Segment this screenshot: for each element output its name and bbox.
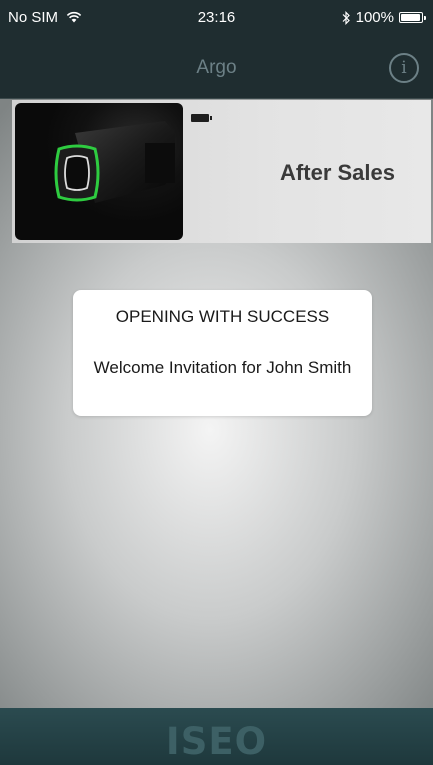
iseo-logo: ISEO: [165, 720, 268, 763]
smart-lock-cylinder-image: [15, 103, 183, 240]
status-bar: No SIM 23:16 100%: [0, 0, 433, 40]
status-right: 100%: [341, 9, 426, 26]
alert-title: OPENING WITH SUCCESS: [115, 307, 330, 326]
battery-icon: [399, 12, 426, 23]
lock-graphic: [54, 121, 175, 203]
battery-fill: [401, 14, 420, 21]
device-card[interactable]: After Sales: [12, 100, 431, 243]
battery-icon: [191, 114, 212, 122]
info-icon[interactable]: i: [389, 53, 419, 83]
app-screen: No SIM 23:16 100% Argo i After Sales OPE…: [0, 0, 433, 765]
device-name: After Sales: [280, 160, 395, 185]
nav-title: Argo: [196, 57, 237, 78]
bluetooth-icon: [342, 10, 350, 25]
nav-bar: Argo i: [0, 40, 433, 99]
alert-message: Welcome Invitation for John Smith: [93, 358, 352, 377]
battery-percent: 100%: [355, 9, 394, 26]
info-glyph: i: [401, 58, 407, 78]
footer: ISEO: [0, 708, 433, 765]
alert-dialog[interactable]: OPENING WITH SUCCESS Welcome Invitation …: [73, 290, 372, 416]
